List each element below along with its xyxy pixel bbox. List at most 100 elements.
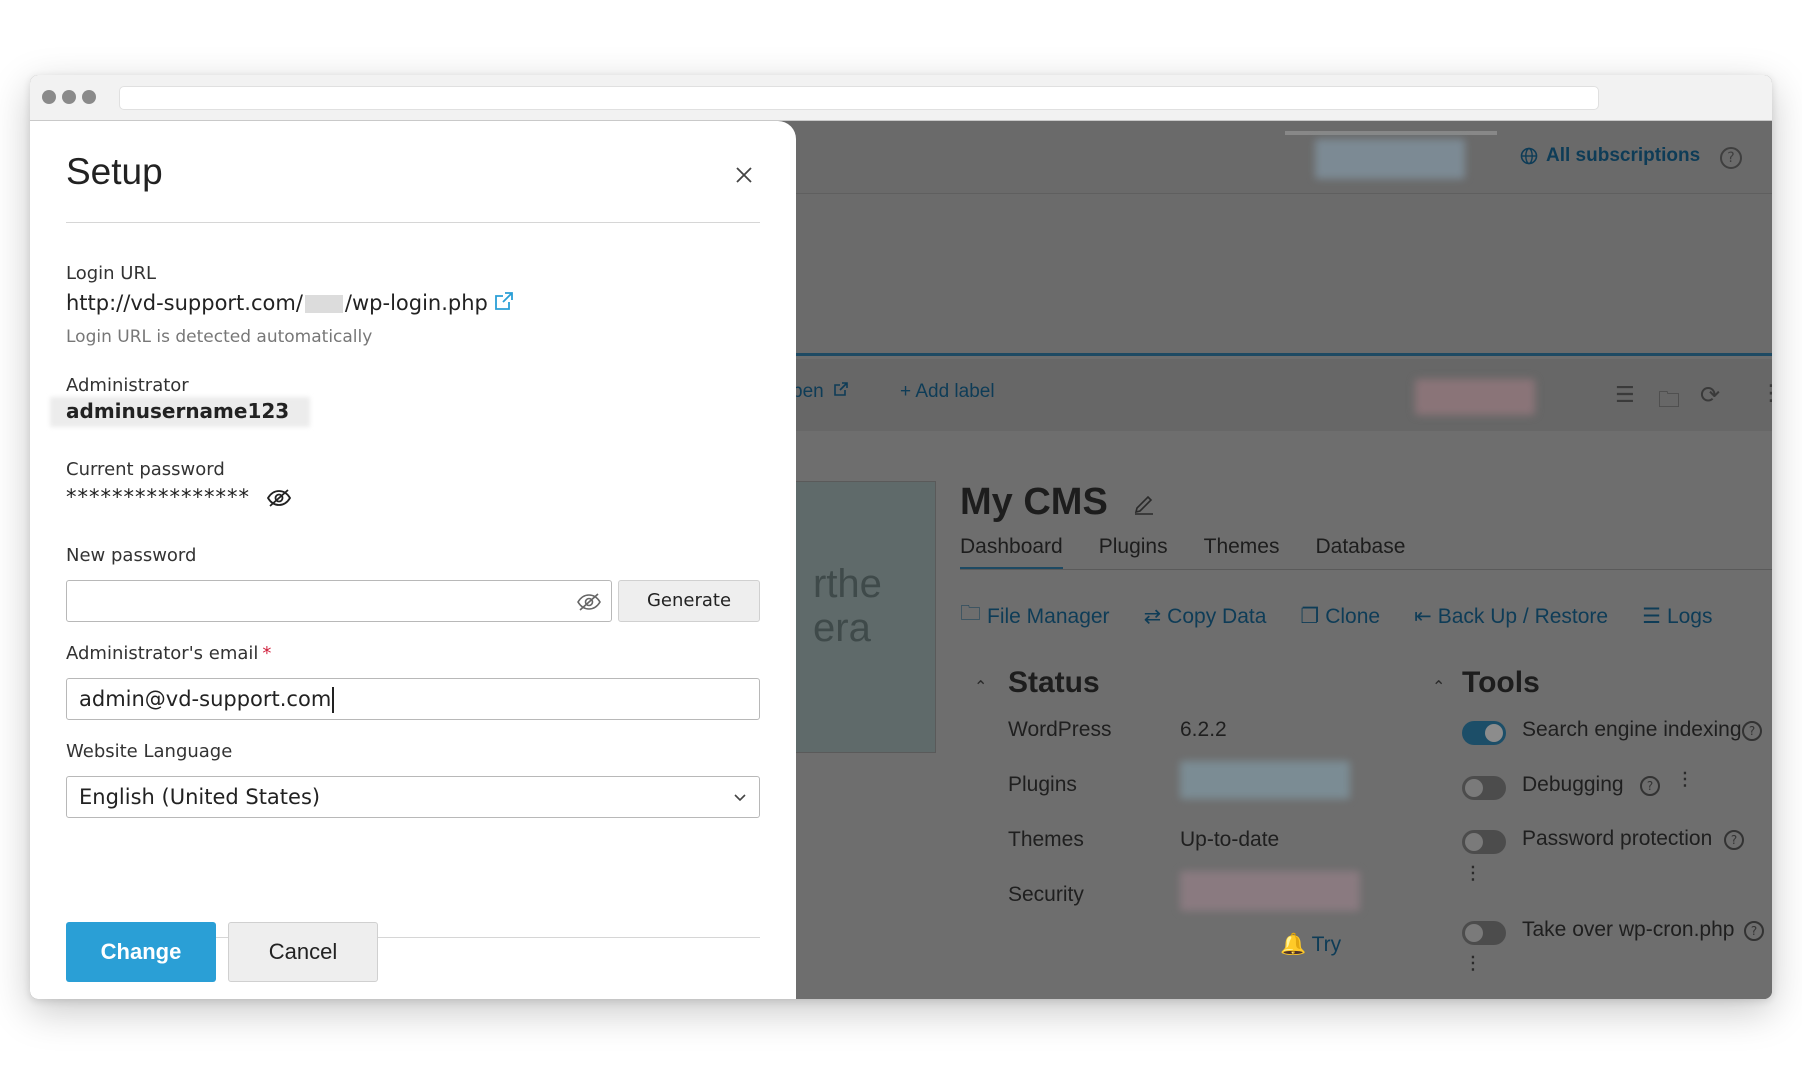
setup-modal: Setup Login URL http://vd-support.com/ /w… bbox=[30, 121, 796, 999]
administrator-label: Administrator bbox=[66, 375, 189, 396]
site-title: My CMS bbox=[960, 481, 1156, 524]
copy-data-button[interactable]: ⇄ Copy Data bbox=[1144, 599, 1267, 634]
change-button[interactable]: Change bbox=[66, 922, 216, 982]
open-link[interactable]: pen bbox=[792, 381, 849, 403]
status-value-themes: Up-to-date bbox=[1180, 828, 1280, 851]
clone-icon: ❐ bbox=[1300, 605, 1320, 628]
tab-database[interactable]: Database bbox=[1315, 535, 1405, 570]
new-password-label: New password bbox=[66, 545, 197, 566]
chevron-up-icon[interactable]: ⌃ bbox=[1432, 677, 1445, 696]
blurred-subscription bbox=[1315, 139, 1465, 179]
admin-email-label: Administrator's email * bbox=[66, 643, 271, 664]
site-actions: 🗀 File Manager ⇄ Copy Data ❐ Clone ⇤ Back Up… bbox=[960, 599, 1712, 634]
current-password-label: Current password bbox=[66, 459, 225, 480]
refresh-icon[interactable]: ⟳ bbox=[1700, 381, 1720, 409]
tool-label-wp-cron: Take over wp-cron.php bbox=[1522, 918, 1735, 941]
copy-data-icon: ⇄ bbox=[1143, 605, 1162, 628]
folder-icon: 🗀 bbox=[960, 602, 981, 625]
status-label-plugins: Plugins bbox=[1008, 773, 1077, 796]
current-password-mask: **************** bbox=[66, 485, 250, 509]
folder-icon[interactable]: 🗀 bbox=[1658, 383, 1680, 421]
help-icon[interactable]: ? bbox=[1640, 776, 1660, 796]
logs-button[interactable]: ☰ Logs bbox=[1642, 599, 1712, 634]
tool-label-search-indexing: Search engine indexing bbox=[1522, 718, 1742, 741]
tools-heading: Tools bbox=[1462, 666, 1540, 699]
clone-label: Clone bbox=[1325, 604, 1381, 628]
external-link-icon[interactable] bbox=[494, 291, 514, 311]
tab-plugins[interactable]: Plugins bbox=[1099, 535, 1168, 570]
blurred-security-status bbox=[1180, 871, 1360, 911]
admin-email-value: admin@vd-support.com bbox=[79, 687, 332, 711]
tool-label-debugging: Debugging bbox=[1522, 773, 1624, 796]
cancel-button[interactable]: Cancel bbox=[228, 922, 378, 982]
login-url-hint: Login URL is detected automatically bbox=[66, 327, 373, 347]
clone-button[interactable]: ❐ Clone bbox=[1300, 599, 1380, 634]
backup-restore-button[interactable]: ⇤ Back Up / Restore bbox=[1414, 599, 1608, 634]
address-bar[interactable] bbox=[119, 86, 1599, 110]
all-subscriptions-link[interactable]: All subscriptions bbox=[1520, 145, 1700, 167]
site-thumbnail[interactable]: rthe era bbox=[790, 481, 936, 753]
status-value-wordpress: 6.2.2 bbox=[1180, 718, 1227, 741]
list-view-icon[interactable]: ☰ bbox=[1615, 383, 1635, 408]
password-protection-toggle[interactable] bbox=[1462, 830, 1506, 854]
edit-icon[interactable] bbox=[1132, 492, 1156, 516]
status-label-wordpress: WordPress bbox=[1008, 718, 1112, 741]
blurred-plugins-status bbox=[1180, 761, 1350, 799]
browser-window: All subscriptions ? pen + Add label ☰ 🗀 … bbox=[30, 75, 1772, 999]
text-caret bbox=[332, 687, 335, 713]
help-icon[interactable]: ? bbox=[1724, 830, 1744, 850]
try-link[interactable]: 🔔 Try bbox=[1280, 933, 1341, 957]
browser-titlebar bbox=[30, 75, 1772, 121]
login-url-label: Login URL bbox=[66, 263, 156, 284]
backup-restore-label: Back Up / Restore bbox=[1437, 604, 1609, 628]
help-icon[interactable]: ? bbox=[1744, 921, 1764, 941]
current-password-value: **************** bbox=[66, 485, 292, 509]
globe-icon bbox=[1520, 147, 1538, 165]
website-language-select[interactable]: English (United States) bbox=[66, 776, 760, 818]
settings-sliders-icon[interactable]: ⫶ bbox=[1682, 769, 1688, 794]
tool-label-password-protection: Password protection bbox=[1522, 827, 1713, 850]
redacted-path bbox=[304, 295, 343, 313]
modal-title: Setup bbox=[66, 151, 163, 192]
more-icon[interactable]: ⋮ bbox=[1760, 381, 1772, 406]
settings-sliders-icon[interactable]: ⫶ bbox=[1470, 953, 1476, 978]
eye-off-icon[interactable] bbox=[266, 488, 292, 508]
help-icon[interactable]: ? bbox=[1720, 147, 1742, 169]
file-manager-button[interactable]: 🗀 File Manager bbox=[960, 599, 1110, 634]
window-dot-icon[interactable] bbox=[42, 90, 56, 104]
generate-password-button[interactable]: Generate bbox=[618, 580, 760, 622]
search-indexing-toggle[interactable] bbox=[1462, 721, 1506, 745]
website-language-value: English (United States) bbox=[79, 785, 321, 809]
chevron-up-icon[interactable]: ⌃ bbox=[974, 677, 987, 696]
open-link-label: pen bbox=[792, 381, 824, 402]
login-url-suffix: /wp-login.php bbox=[344, 291, 488, 315]
login-url-link[interactable]: http://vd-support.com/ /wp-login.php bbox=[66, 291, 514, 315]
blurred-indicator bbox=[1285, 131, 1497, 135]
status-heading: Status bbox=[1008, 666, 1100, 699]
tab-themes[interactable]: Themes bbox=[1204, 535, 1280, 570]
settings-sliders-icon[interactable]: ⫶ bbox=[1470, 863, 1476, 888]
header-divider bbox=[66, 222, 760, 223]
thumbnail-text: era bbox=[813, 606, 871, 650]
debugging-toggle[interactable] bbox=[1462, 776, 1506, 800]
add-label-button[interactable]: + Add label bbox=[900, 381, 995, 403]
eye-off-icon[interactable] bbox=[576, 592, 602, 612]
status-label-security: Security bbox=[1008, 883, 1084, 906]
site-title-text: My CMS bbox=[960, 481, 1108, 523]
window-dot-icon[interactable] bbox=[62, 90, 76, 104]
logs-label: Logs bbox=[1666, 604, 1713, 628]
tab-dashboard[interactable]: Dashboard bbox=[960, 535, 1063, 570]
window-dot-icon[interactable] bbox=[82, 90, 96, 104]
close-icon[interactable] bbox=[730, 161, 758, 189]
required-mark: * bbox=[262, 643, 272, 664]
help-icon[interactable]: ? bbox=[1742, 721, 1762, 741]
wp-cron-toggle[interactable] bbox=[1462, 921, 1506, 945]
admin-email-label-text: Administrator's email bbox=[66, 643, 259, 664]
site-tabs: Dashboard Plugins Themes Database bbox=[960, 535, 1405, 570]
new-password-input[interactable] bbox=[66, 580, 612, 622]
file-manager-label: File Manager bbox=[987, 604, 1110, 628]
admin-email-input[interactable]: admin@vd-support.com bbox=[66, 678, 760, 720]
blurred-badge bbox=[1415, 379, 1535, 415]
logs-icon: ☰ bbox=[1642, 605, 1661, 628]
website-language-label: Website Language bbox=[66, 741, 233, 762]
